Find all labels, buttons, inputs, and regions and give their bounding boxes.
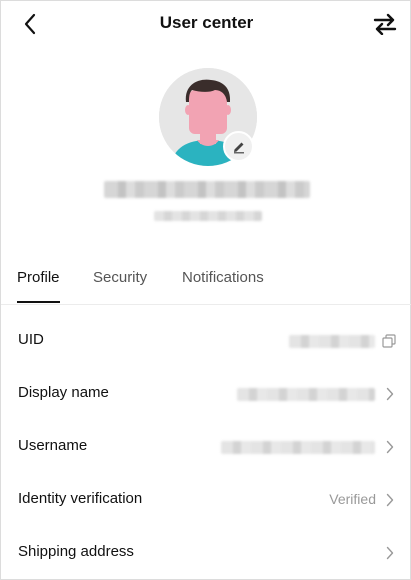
verification-status: Verified xyxy=(329,491,376,507)
row-display-name[interactable]: Display name xyxy=(1,368,411,421)
row-label: Identity verification xyxy=(18,490,143,507)
chevron-right-icon xyxy=(385,439,395,455)
swap-arrows-icon xyxy=(373,13,397,35)
app-frame: User center Profile Security Notificatio… xyxy=(0,0,411,580)
redacted-username-value xyxy=(221,441,375,454)
row-label: Username xyxy=(18,437,88,454)
redacted-uid-value xyxy=(289,335,375,348)
switch-account-button[interactable] xyxy=(370,9,400,39)
chevron-right-icon xyxy=(385,545,395,561)
row-label: Display name xyxy=(18,384,109,401)
tab-profile[interactable]: Profile xyxy=(17,269,60,286)
avatar-container xyxy=(159,68,257,166)
chevron-right-icon xyxy=(385,386,395,402)
redacted-display-name xyxy=(104,181,310,198)
copy-icon[interactable] xyxy=(381,333,397,349)
active-tab-indicator xyxy=(17,301,60,303)
header: User center xyxy=(1,1,411,47)
row-label: UID xyxy=(18,331,44,348)
redacted-account-info xyxy=(154,211,262,221)
row-uid[interactable]: UID xyxy=(1,315,411,368)
tab-bar: Profile Security Notifications xyxy=(1,259,411,305)
edit-avatar-button[interactable] xyxy=(223,131,254,162)
chevron-right-icon xyxy=(385,492,395,508)
tab-notifications[interactable]: Notifications xyxy=(182,269,264,286)
row-username[interactable]: Username xyxy=(1,421,411,474)
redacted-display-name-value xyxy=(237,388,375,401)
row-identity-verification[interactable]: Identity verification Verified xyxy=(1,474,411,527)
tab-security[interactable]: Security xyxy=(93,269,147,286)
row-shipping-address[interactable]: Shipping address xyxy=(1,527,411,580)
pencil-icon xyxy=(233,142,244,153)
page-title: User center xyxy=(159,13,254,32)
row-label: Shipping address xyxy=(18,543,134,560)
